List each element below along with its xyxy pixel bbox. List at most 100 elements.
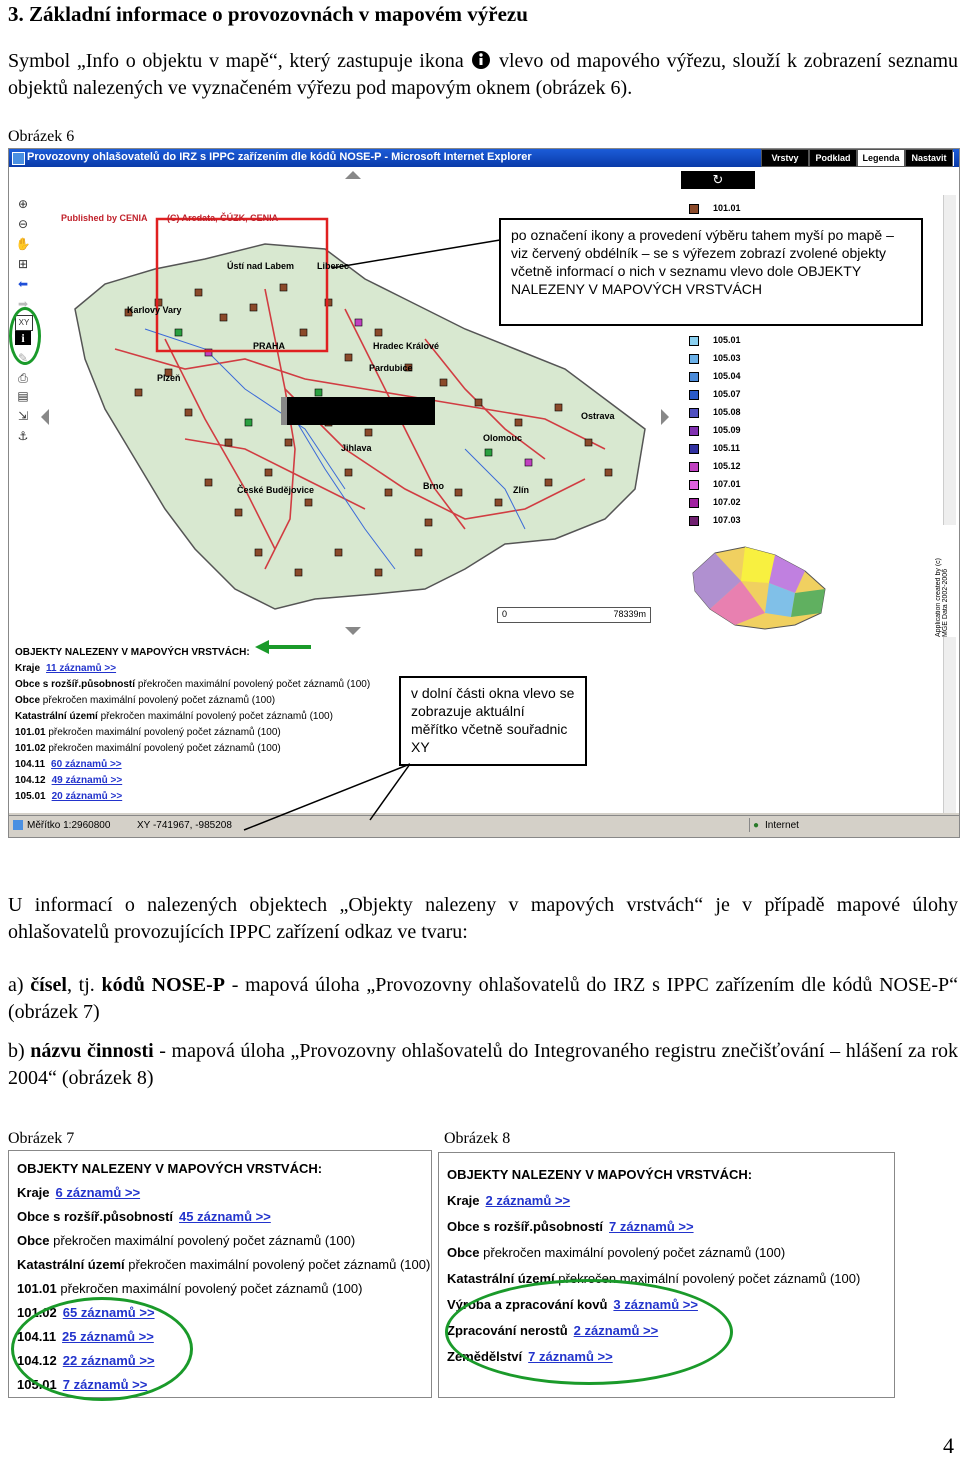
city-label: Ostrava	[581, 411, 615, 421]
result-link[interactable]: 45 záznamů >>	[179, 1209, 271, 1224]
intro-text-1: Symbol „Info o objektu v mapě“, který za…	[8, 50, 464, 72]
pan-hand-icon[interactable]: ✋	[15, 237, 31, 251]
result-link[interactable]: 11 záznamů >>	[46, 663, 116, 674]
refresh-icon[interactable]: ↻	[681, 171, 755, 189]
city-label: Zlín	[513, 485, 529, 495]
results-scrollbar[interactable]	[943, 637, 956, 813]
result-link[interactable]: 20 záznamů >>	[52, 791, 123, 802]
results-title: OBJEKTY NALEZENY V MAPOVÝCH VRSTVÁCH:	[447, 1167, 753, 1182]
page-number: 4	[943, 1433, 954, 1458]
published-label: Published by CENIA	[61, 213, 148, 223]
copyright-label: (C) Arcdata, ČÚZK, CENIA	[167, 213, 279, 223]
result-link[interactable]: 7 záznamů >>	[609, 1219, 694, 1234]
map-toolbar: ⊕ ⊖ ✋ ⊞ ⬅ ➡ XY i ✎ ⎙ ▤ ⇲ ⚓	[9, 167, 41, 637]
print-layout-icon[interactable]: ▤	[15, 389, 31, 403]
status-bar: Měřítko 1:2960800 XY -741967, -985208 ● …	[9, 815, 959, 836]
back-arrow-icon[interactable]: ⬅	[15, 277, 31, 291]
figure-7-label: Obrázek 7	[8, 1130, 75, 1147]
result-row: 104.12 49 záznamů >>	[15, 775, 123, 786]
zoom-in-icon[interactable]: ⊕	[15, 197, 31, 211]
window-title: Provozovny ohlašovatelů do IRZ s IPPC za…	[27, 151, 532, 163]
result-row: 104.11 60 záznamů >>	[15, 759, 122, 770]
globe-icon: ●	[753, 820, 760, 831]
city-label: Karlovy Vary	[127, 305, 182, 315]
legend-item: 105.04	[689, 371, 741, 382]
legend-item: 107.02	[689, 497, 741, 508]
result-row: Obce překročen maximální povolený počet …	[17, 1233, 356, 1248]
legend-item: 105.03	[689, 353, 741, 364]
callout-bottom-pointer	[243, 763, 411, 831]
legend-scrollbar[interactable]	[943, 195, 956, 525]
item-a: a) čísel, tj. kódů NOSE-P - mapová úloha…	[8, 974, 958, 1023]
highlight-circle	[9, 307, 41, 365]
app-credit: Application created by (c) MGE Data 2002…	[935, 558, 949, 637]
result-link[interactable]: 60 záznamů >>	[51, 759, 122, 770]
result-row: Kraje 6 záznamů >>	[17, 1185, 141, 1200]
results-title: OBJEKTY NALEZENY V MAPOVÝCH VRSTVÁCH:	[15, 647, 250, 658]
legend-item: 105.01	[689, 335, 741, 346]
result-link[interactable]: 6 záznamů >>	[56, 1185, 141, 1200]
legend-item: 101.01	[689, 203, 741, 214]
result-row: Kraje 2 záznamů >>	[447, 1193, 571, 1208]
figure-6-label: Obrázek 6	[8, 128, 75, 145]
resize-icon[interactable]: ⇲	[15, 409, 31, 423]
pan-right-icon[interactable]	[661, 409, 669, 425]
tab-vrstvy[interactable]: Vrstvy	[761, 149, 809, 167]
city-label: Jihlava	[341, 443, 372, 453]
result-link[interactable]: 49 záznamů >>	[52, 775, 123, 786]
city-label: Hradec Králové	[373, 341, 440, 351]
redaction-box	[281, 397, 435, 425]
ie-icon	[12, 152, 25, 165]
full-extent-icon[interactable]: ⊞	[15, 257, 31, 271]
status-scale: Měřítko 1:2960800	[27, 820, 111, 831]
city-label: Pardubice	[369, 363, 413, 373]
green-arrow	[255, 640, 311, 654]
result-row: Kraje 11 záznamů >>	[15, 663, 117, 674]
callout-top-pointer	[331, 239, 501, 269]
info-icon	[470, 50, 492, 70]
print-icon[interactable]: ⎙	[15, 371, 31, 385]
legend-item: 105.07	[689, 389, 741, 400]
tab-podklad[interactable]: Podklad	[809, 149, 857, 167]
overview-map[interactable]	[685, 533, 835, 637]
page-icon	[13, 820, 23, 830]
section-heading: 3. Základní informace o provozovnách v m…	[8, 2, 528, 26]
scale-start: 0	[502, 609, 508, 619]
item-b: b) názvu činnosti - mapová úloha „Provoz…	[8, 1040, 959, 1089]
paragraph-links: U informací o nalezených objektech „Obje…	[8, 894, 958, 943]
result-row: Obce překročen maximální povolený počet …	[447, 1245, 786, 1260]
city-label: Brno	[423, 481, 444, 491]
legend-item: 105.09	[689, 425, 741, 436]
intro-paragraph: Symbol „Info o objektu v mapě“, který za…	[8, 48, 958, 102]
callout-bottom: v dolní části okna vlevo se zobrazuje ak…	[399, 676, 587, 766]
result-row: 101.01 překročen maximální povolený poče…	[15, 727, 281, 738]
figure-8-label: Obrázek 8	[444, 1130, 511, 1147]
result-row: Katastrální území překročen maximální po…	[15, 711, 333, 722]
highlight-ellipse	[11, 1297, 193, 1401]
tab-nastavit[interactable]: Nastavit	[905, 149, 953, 167]
city-label: Olomouc	[483, 433, 523, 443]
legend-item: 107.01	[689, 479, 741, 490]
legend-item: 105.12	[689, 461, 741, 472]
results-title: OBJEKTY NALEZENY V MAPOVÝCH VRSTVÁCH:	[17, 1161, 323, 1176]
result-row: Obce překročen maximální povolený počet …	[15, 695, 276, 706]
scale-bar: 0 78339m	[497, 607, 651, 623]
legend-item: 107.03	[689, 515, 741, 526]
result-row: Obce s rozšíř.působností 45 záznamů >>	[17, 1209, 271, 1224]
pan-up-icon[interactable]	[345, 171, 361, 179]
figure-8-panel: OBJEKTY NALEZENY V MAPOVÝCH VRSTVÁCH: Kr…	[438, 1152, 895, 1398]
city-label: PRAHA	[253, 341, 286, 351]
city-label: Ústí nad Labem	[227, 261, 295, 271]
result-row: Obce s rozšíř.působností překročen maxim…	[15, 679, 371, 690]
highlight-ellipse	[445, 1279, 733, 1385]
result-row: 101.01 překročen maximální povolený poče…	[17, 1281, 363, 1296]
figure-7-panel: OBJEKTY NALEZENY V MAPOVÝCH VRSTVÁCH: Kr…	[8, 1150, 432, 1401]
zoom-out-icon[interactable]: ⊖	[15, 217, 31, 231]
city-label: Plzeň	[157, 373, 181, 383]
tab-legenda[interactable]: Legenda	[857, 149, 905, 167]
status-xy: XY -741967, -985208	[137, 820, 232, 831]
result-link[interactable]: 2 záznamů >>	[486, 1193, 571, 1208]
anchor-icon[interactable]: ⚓	[15, 429, 31, 443]
result-row: 105.01 20 záznamů >>	[15, 791, 123, 802]
callout-top: po označení ikony a provedení výběru tah…	[499, 218, 923, 326]
